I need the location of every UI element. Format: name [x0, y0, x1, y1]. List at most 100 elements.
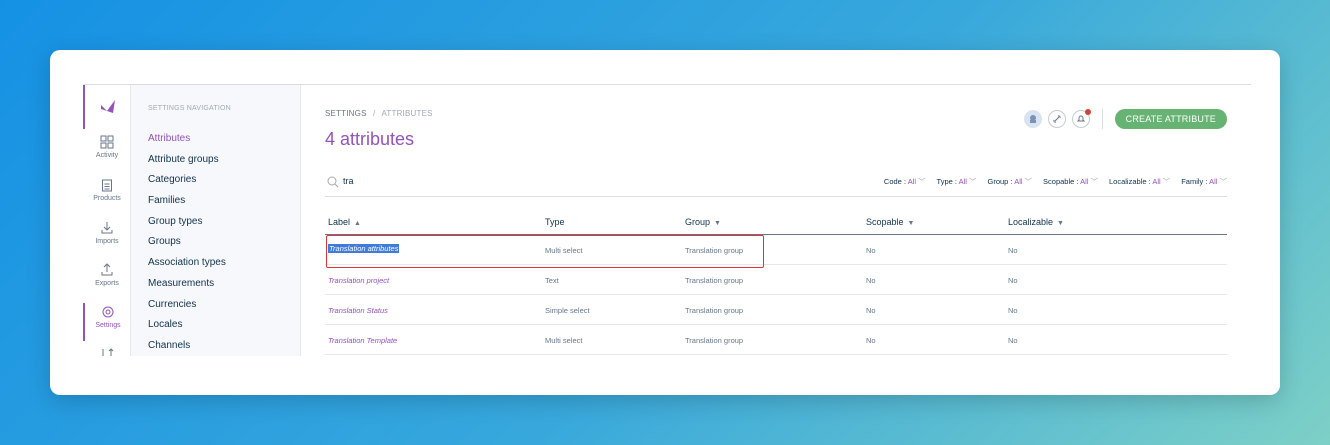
- row-localizable: No: [1008, 306, 1018, 315]
- nav-item-attributes[interactable]: Attributes: [148, 132, 226, 153]
- rail-item-imports[interactable]: Imports: [83, 221, 131, 261]
- table-row[interactable]: Translation project Text Translation gro…: [325, 265, 1227, 295]
- row-scopable: No: [866, 336, 876, 345]
- filter-group[interactable]: Group : All ﹀: [987, 176, 1032, 187]
- filter-bar: Code : All ﹀ Type : All ﹀ Group : All ﹀ Sco…: [884, 176, 1227, 187]
- row-group: Translation group: [685, 336, 744, 345]
- help-button[interactable]: [1047, 110, 1066, 128]
- rail-label-products: Products: [93, 195, 121, 202]
- settings-navigation-title: SETTINGS NAVIGATION: [148, 105, 231, 112]
- filter-family[interactable]: Family : All ﹀: [1181, 176, 1227, 187]
- filter-type[interactable]: Type : All ﹀: [937, 176, 977, 187]
- activity-grid-icon: [100, 135, 114, 149]
- row-type: Simple select: [545, 306, 590, 315]
- app-logo[interactable]: [83, 85, 131, 129]
- row-label[interactable]: Translation Template: [328, 336, 397, 345]
- link-icon: [1053, 115, 1061, 123]
- rail-label-exports: Exports: [95, 280, 119, 287]
- filter-type-name: Type: [936, 177, 953, 186]
- filter-scopable-value: All: [1080, 177, 1089, 186]
- breadcrumb: SETTINGS / ATTRIBUTES: [325, 109, 433, 118]
- filter-localizable-name: Localizable: [1109, 177, 1147, 186]
- create-attribute-button[interactable]: CREATE ATTRIBUTE: [1114, 109, 1227, 129]
- settings-navigation-list: Attributes Attribute groups Categories F…: [148, 132, 226, 356]
- column-header-label-text: Label: [328, 217, 351, 227]
- rail-label-settings: Settings: [95, 322, 121, 329]
- sort-down-icon: ▼: [907, 220, 915, 227]
- column-header-scopable[interactable]: Scopable ▼: [866, 217, 914, 227]
- table-row[interactable]: Translation Template Multi select Transl…: [325, 325, 1227, 355]
- screenshot-card: Activity Products Imports Exports Settin…: [50, 50, 1280, 395]
- rail-item-products[interactable]: Products: [83, 178, 131, 218]
- sort-down-icon: ▼: [1057, 220, 1064, 227]
- nav-item-families[interactable]: Families: [148, 194, 226, 215]
- nav-item-attribute-groups[interactable]: Attribute groups: [148, 153, 226, 174]
- row-scopable: No: [866, 306, 876, 315]
- filter-family-value: All: [1209, 177, 1218, 186]
- rail-item-settings[interactable]: Settings: [83, 303, 131, 341]
- filter-localizable[interactable]: Localizable : All ﹀: [1109, 176, 1170, 187]
- breadcrumb-attributes: ATTRIBUTES: [381, 109, 433, 118]
- row-label[interactable]: Translation Status: [328, 306, 388, 315]
- nav-item-categories[interactable]: Categories: [148, 173, 226, 194]
- rail-label-imports: Imports: [95, 238, 119, 245]
- main-menu-rail: Activity Products Imports Exports Settin…: [83, 85, 131, 356]
- notifications-button[interactable]: [1071, 109, 1091, 128]
- row-localizable: No: [1008, 276, 1018, 285]
- gear-icon: [102, 306, 114, 318]
- export-icon: [101, 263, 113, 276]
- clipboard-icon: [102, 179, 112, 192]
- row-scopable: No: [866, 246, 876, 255]
- chevron-down-icon: ﹀: [1024, 177, 1033, 186]
- filter-scopable[interactable]: Scopable : All ﹀: [1043, 176, 1098, 187]
- nav-item-association-types[interactable]: Association types: [148, 256, 226, 277]
- rail-item-more[interactable]: [83, 347, 131, 356]
- nav-item-currencies[interactable]: Currencies: [148, 298, 226, 319]
- column-header-type-text: Type: [545, 217, 565, 227]
- avatar-icon: [1029, 115, 1036, 123]
- row-scopable: No: [866, 276, 876, 285]
- breadcrumb-settings[interactable]: SETTINGS: [325, 109, 367, 118]
- filter-code[interactable]: Code : All ﹀: [884, 176, 926, 187]
- highlight-annotation-box: [326, 235, 764, 268]
- row-localizable: No: [1008, 246, 1018, 255]
- rail-item-exports[interactable]: Exports: [83, 263, 131, 303]
- sort-down-icon: ▼: [714, 220, 721, 227]
- table-header: Label ▲ Type Group ▼ Scopable ▼ Localizable…: [325, 207, 1227, 235]
- nav-item-locales[interactable]: Locales: [148, 318, 226, 339]
- chevron-down-icon: ﹀: [968, 177, 977, 186]
- search-input[interactable]: [343, 173, 503, 189]
- import-icon: [101, 222, 113, 234]
- search-icon: [327, 175, 339, 193]
- filter-group-name: Group: [987, 177, 1009, 186]
- bell-icon: [1076, 115, 1085, 122]
- table-row[interactable]: Translation Status Simple select Transla…: [325, 295, 1227, 325]
- column-header-localizable[interactable]: Localizable ▼: [1008, 217, 1064, 227]
- column-header-group[interactable]: Group ▼: [685, 217, 721, 227]
- search-bar: Code : All﹀ Type : All﹀ Group : All﹀ Sco…: [325, 171, 1227, 197]
- filter-family-name: Family: [1181, 177, 1204, 186]
- column-header-group-text: Group: [685, 217, 711, 227]
- chevron-down-icon: ﹀: [918, 177, 926, 186]
- sort-arrows-icon: [102, 348, 114, 356]
- filter-code-value: All: [907, 177, 917, 186]
- nav-item-measurements[interactable]: Measurements: [148, 277, 226, 298]
- header-actions: CREATE ATTRIBUTE: [1023, 109, 1227, 129]
- column-header-localizable-text: Localizable: [1008, 217, 1054, 227]
- nav-item-group-types[interactable]: Group types: [148, 215, 226, 236]
- row-type: Text: [545, 276, 559, 285]
- chevron-down-icon: ﹀: [1162, 177, 1171, 186]
- rail-item-activity[interactable]: Activity: [83, 135, 131, 175]
- pim-app-window: Activity Products Imports Exports Settin…: [83, 84, 1251, 356]
- header-divider: [1101, 109, 1103, 129]
- user-menu-button[interactable]: [1023, 110, 1042, 128]
- notification-badge: [1084, 109, 1091, 115]
- attributes-table: Label ▲ Type Group ▼ Scopable ▼ Localizable…: [325, 207, 1227, 355]
- chevron-down-icon: ﹀: [1090, 177, 1099, 186]
- column-header-label[interactable]: Label ▲: [328, 217, 361, 227]
- nav-item-channels[interactable]: Channels: [148, 339, 226, 356]
- row-label[interactable]: Translation project: [328, 276, 389, 285]
- filter-code-name: Code: [883, 177, 902, 186]
- row-localizable: No: [1008, 336, 1018, 345]
- nav-item-groups[interactable]: Groups: [148, 235, 226, 256]
